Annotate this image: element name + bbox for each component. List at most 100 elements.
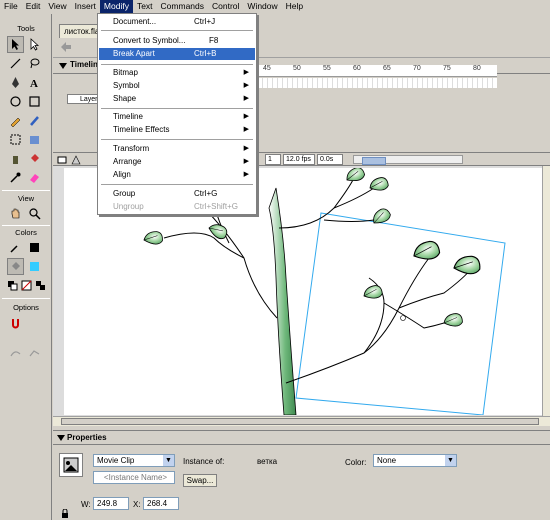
- ink-bottle-tool[interactable]: [7, 150, 24, 167]
- fill-transform-tool[interactable]: [26, 131, 43, 148]
- tools-panel: Tools A View Colors Options: [0, 14, 52, 520]
- menu-item-symbol[interactable]: Symbol ▶: [99, 80, 255, 92]
- colors-label: Colors: [15, 228, 37, 237]
- line-tool[interactable]: [7, 55, 24, 72]
- menu-item-shape[interactable]: Shape ▶: [99, 93, 255, 105]
- timeline-scrollbar[interactable]: [353, 155, 463, 165]
- stroke-color-box[interactable]: [26, 239, 43, 256]
- color-effect-select[interactable]: None ▼: [373, 454, 457, 467]
- submenu-arrow-icon: ▶: [243, 82, 249, 89]
- color-label: Color:: [345, 458, 367, 467]
- menu-item-convert-to-symbol[interactable]: Convert to Symbol... F8: [99, 35, 255, 47]
- eyedropper-tool[interactable]: [7, 169, 24, 186]
- ruler-tick: 50: [293, 65, 301, 72]
- rectangle-tool[interactable]: [26, 93, 43, 110]
- menu-item-group[interactable]: Group Ctrl+G: [99, 188, 255, 200]
- frame-rate[interactable]: 12.0 fps: [283, 154, 315, 165]
- menu-item-bitmap[interactable]: Bitmap ▶: [99, 67, 255, 79]
- x-field[interactable]: 268.4: [143, 497, 179, 510]
- submenu-arrow-icon: ▶: [243, 158, 249, 165]
- ink-bottle-icon: [13, 156, 18, 164]
- menu-insert[interactable]: Insert: [71, 0, 100, 13]
- menu-edit[interactable]: Edit: [22, 0, 45, 13]
- back-arrow-icon[interactable]: [59, 41, 73, 55]
- leaf: [343, 168, 367, 186]
- width-label: W:: [81, 500, 91, 509]
- subselect-icon: [30, 38, 40, 51]
- menu-item-transform[interactable]: Transform ▶: [99, 143, 255, 155]
- menu-text[interactable]: Text: [133, 0, 157, 13]
- swap-colors-button[interactable]: [32, 277, 49, 294]
- menu-item-arrange[interactable]: Arrange ▶: [99, 156, 255, 168]
- menu-commands[interactable]: Commands: [157, 0, 208, 13]
- text-a-icon: A: [30, 78, 38, 89]
- movie-clip-icon: [59, 453, 83, 477]
- brush-icon: [30, 116, 39, 126]
- oval-tool[interactable]: [7, 93, 24, 110]
- paint-bucket-tool[interactable]: [26, 150, 43, 167]
- pen-tool[interactable]: [7, 74, 24, 91]
- instance-of-value: ветка: [257, 457, 278, 466]
- options-label: Options: [13, 303, 39, 312]
- menu-view[interactable]: View: [44, 0, 70, 13]
- pencil-tool[interactable]: [7, 112, 24, 129]
- menu-item-timeline-effects[interactable]: Timeline Effects ▶: [99, 124, 255, 136]
- menu-item-align[interactable]: Align ▶: [99, 169, 255, 181]
- straighten-button[interactable]: [26, 345, 43, 362]
- stroke-color-swatch[interactable]: [7, 239, 24, 256]
- leaf: [142, 230, 164, 247]
- magnet-icon: [12, 319, 19, 329]
- arrow-icon: [12, 39, 19, 50]
- stage-horizontal-scrollbar[interactable]: [53, 416, 550, 426]
- stage-vertical-scrollbar[interactable]: [542, 166, 550, 416]
- properties-title: Properties: [67, 433, 107, 442]
- leaf: [451, 254, 482, 278]
- leaf: [410, 238, 442, 265]
- smooth-button[interactable]: [7, 345, 24, 362]
- right-branch-lower: [285, 257, 430, 384]
- lock-icon[interactable]: [61, 508, 69, 520]
- hand-tool[interactable]: [7, 205, 24, 222]
- instance-name-input[interactable]: <Instance Name>: [93, 471, 175, 484]
- width-field[interactable]: 249.8: [93, 497, 129, 510]
- brush-tool[interactable]: [26, 112, 43, 129]
- subselect-tool[interactable]: [26, 36, 43, 53]
- menu-modify[interactable]: Modify: [99, 0, 133, 13]
- submenu-arrow-icon: ▶: [243, 113, 249, 120]
- rectangle-icon: [29, 96, 40, 107]
- ruler-tick: 55: [323, 65, 331, 72]
- menu-item-timeline[interactable]: Timeline ▶: [99, 111, 255, 123]
- modify-menu: Document... Ctrl+J Convert to Symbol... …: [97, 13, 257, 215]
- view-label: View: [17, 194, 35, 203]
- menu-bar: File Edit View Insert Modify Text Comman…: [0, 0, 550, 13]
- lasso-tool[interactable]: [26, 55, 43, 72]
- menu-item-document[interactable]: Document... Ctrl+J: [99, 16, 255, 28]
- selection-bounding-box: [295, 212, 506, 415]
- eraser-tool[interactable]: [26, 169, 43, 186]
- menu-item-break-apart[interactable]: Break Apart Ctrl+B: [99, 48, 255, 60]
- properties-panel: Properties Movie Clip ▼ <Instance Name> …: [53, 430, 550, 520]
- collapse-triangle-icon[interactable]: [59, 62, 67, 72]
- pencil-icon: [10, 117, 21, 127]
- text-tool[interactable]: A: [26, 74, 43, 91]
- zoom-tool[interactable]: [26, 205, 43, 222]
- fill-color-box[interactable]: [26, 258, 43, 275]
- x-label: X:: [133, 500, 141, 509]
- tools-label: Tools: [17, 24, 35, 33]
- symbol-behavior-select[interactable]: Movie Clip ▼: [93, 454, 175, 467]
- menu-help[interactable]: Help: [282, 0, 307, 13]
- menu-control[interactable]: Control: [208, 0, 243, 13]
- swap-button[interactable]: Swap...: [183, 474, 217, 487]
- arrow-tool[interactable]: [7, 36, 24, 53]
- snap-to-objects-button[interactable]: [7, 315, 24, 332]
- registration-point: [400, 315, 406, 321]
- properties-header[interactable]: Properties: [53, 431, 550, 445]
- menu-window[interactable]: Window: [243, 0, 281, 13]
- paint-bucket-icon: [31, 154, 39, 162]
- scrollbar-thumb[interactable]: [61, 418, 539, 425]
- free-transform-tool[interactable]: [7, 131, 24, 148]
- collapse-triangle-icon[interactable]: [57, 434, 65, 444]
- fill-color-swatch[interactable]: [7, 258, 24, 275]
- menu-file[interactable]: File: [0, 0, 22, 13]
- right-branch-upper: [278, 177, 355, 229]
